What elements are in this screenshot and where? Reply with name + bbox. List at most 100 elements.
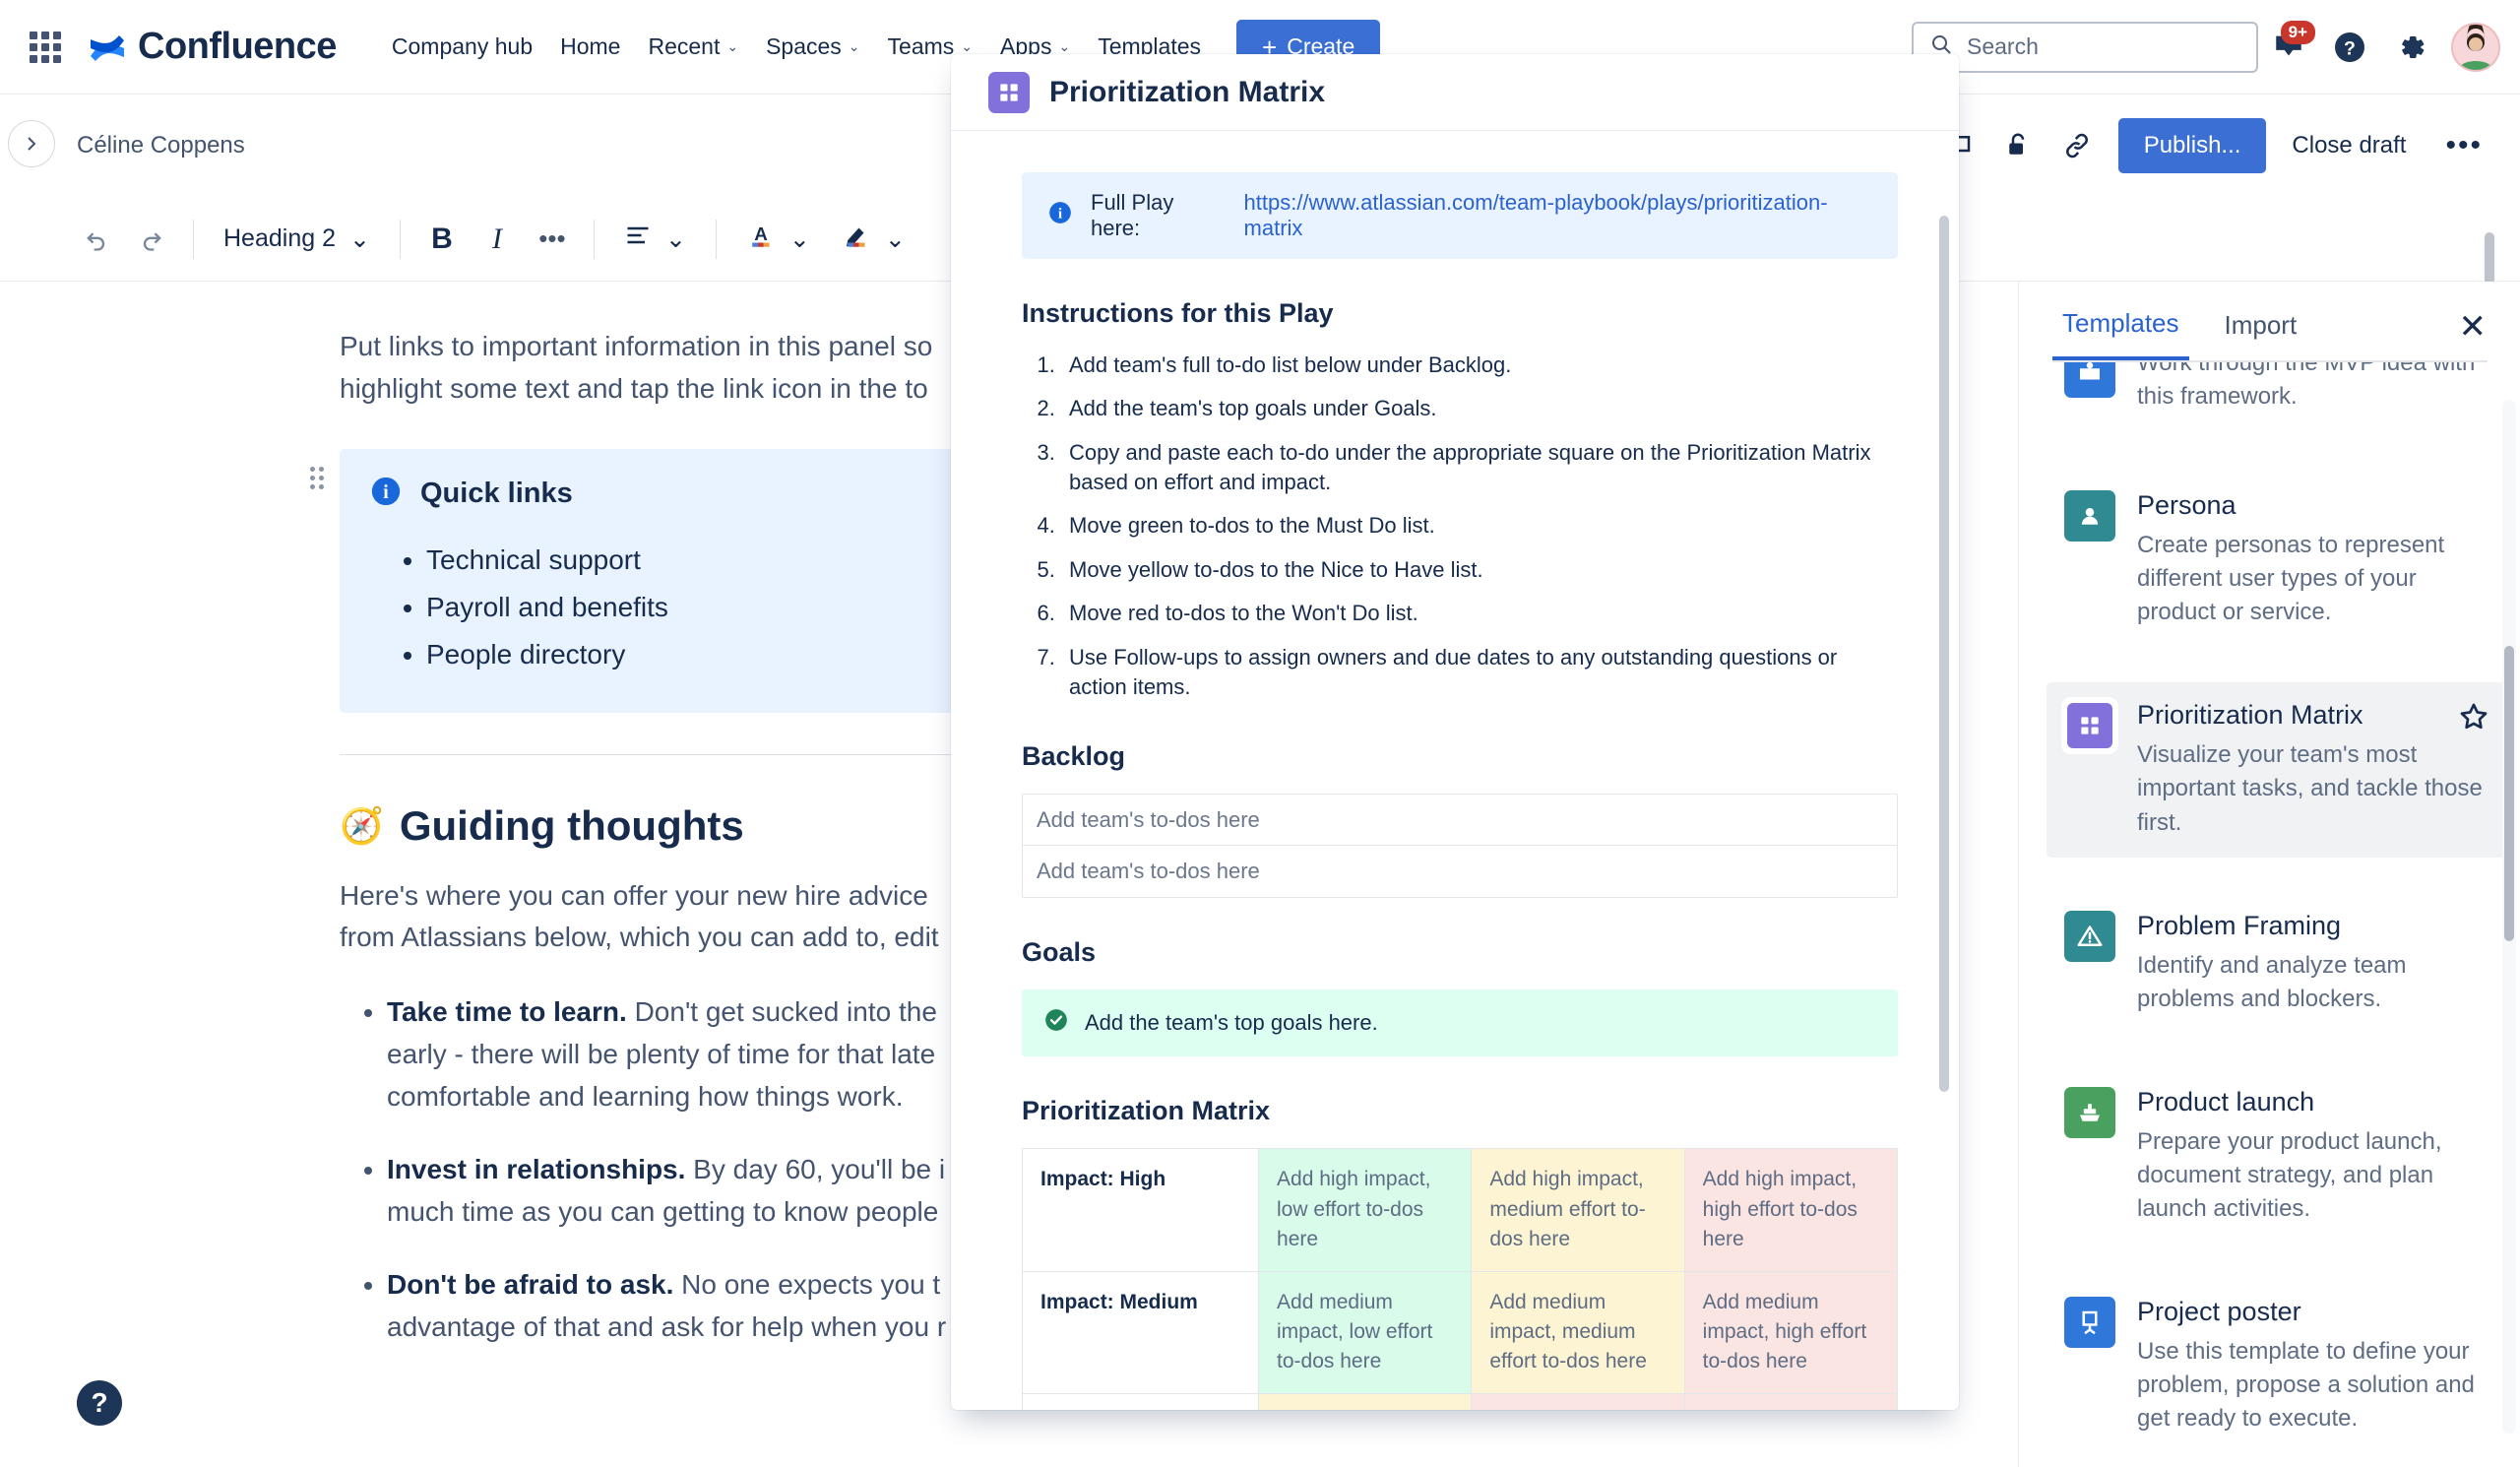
matrix-cell[interactable]: Add low impact, low effort to-dos here (1259, 1393, 1472, 1410)
table-row: Impact: Low Add low impact, low effort t… (1023, 1393, 1898, 1410)
templates-sidebar-panel: Templates Import ✕ Work through the MVP … (2018, 282, 2520, 1467)
svg-text:A: A (754, 223, 768, 244)
ship-icon (2064, 1087, 2115, 1138)
matrix-cell[interactable]: Add medium impact, low effort to-dos her… (1259, 1271, 1472, 1393)
chevron-down-icon: ⌄ (789, 224, 810, 254)
lock-icon[interactable] (1990, 118, 2046, 173)
svg-text:i: i (1058, 205, 1062, 222)
table-row[interactable]: Add team's to-dos here (1023, 846, 1897, 897)
tab-templates[interactable]: Templates (2052, 308, 2189, 360)
help-button[interactable]: ? (2319, 17, 2380, 78)
advice-lead-in: Take time to learn. (387, 996, 627, 1027)
text-style-dropdown[interactable]: Heading 2 ⌄ (208, 212, 386, 267)
modal-title: Prioritization Matrix (1049, 76, 1325, 109)
close-panel-icon[interactable]: ✕ (2459, 307, 2488, 360)
grid-icon (988, 72, 1030, 113)
compass-emoji-icon: 🧭 (340, 805, 384, 847)
advice-lead-in: Invest in relationships. (387, 1154, 685, 1184)
notification-badge: 9+ (2281, 21, 2315, 44)
matrix-cell[interactable]: Add medium impact, medium effort to-dos … (1472, 1271, 1684, 1393)
advice-text: comfortable and learning how things work… (387, 1081, 904, 1112)
matrix-cell[interactable]: Add high impact, low effort to-dos here (1259, 1149, 1472, 1271)
redo-icon[interactable] (124, 212, 179, 267)
template-name: Product launch (2137, 1087, 2488, 1117)
more-formatting-button[interactable]: ••• (525, 212, 580, 267)
settings-gear-button[interactable] (2380, 17, 2441, 78)
chevron-down-icon: ⌄ (349, 224, 370, 254)
template-body: Problem Framing Identify and analyze tea… (2137, 911, 2488, 1016)
templates-panel-tabs: Templates Import ✕ (2019, 307, 2520, 360)
list-item[interactable]: Work through the MVP idea with this fram… (2047, 362, 2506, 431)
scrollbar-thumb[interactable] (2504, 646, 2514, 941)
more-options-button[interactable]: ••• (2431, 129, 2496, 162)
search-placeholder: Search (1967, 33, 2039, 60)
confluence-logo-icon (87, 27, 128, 68)
matrix-cell[interactable]: Add low impact, medium effort to-dos her… (1472, 1393, 1684, 1410)
app-switcher-icon[interactable] (26, 28, 65, 67)
nav-item-home[interactable]: Home (546, 24, 634, 70)
svg-text:i: i (383, 481, 389, 503)
matrix-cell[interactable]: Add low impact, high effort to-dos here (1684, 1393, 1897, 1410)
close-draft-button[interactable]: Close draft (2270, 132, 2427, 159)
star-icon[interactable] (2457, 700, 2490, 738)
goals-placeholder-text: Add the team's top goals here. (1085, 1010, 1378, 1036)
notifications-button[interactable]: 9+ (2258, 17, 2319, 78)
list-item: Move yellow to-dos to the Nice to Have l… (1061, 555, 1898, 585)
nav-item-recent[interactable]: Recent ⌄ (634, 24, 752, 70)
table-row: Impact: Medium Add medium impact, low ef… (1023, 1271, 1898, 1393)
modal-scrollbar[interactable] (1939, 216, 1951, 1387)
template-body: Product launch Prepare your product laun… (2137, 1087, 2488, 1226)
advice-text: Don't get sucked into the (627, 996, 937, 1027)
toolbar-divider (594, 220, 595, 259)
grid-icon (2064, 700, 2115, 751)
list-item[interactable]: Problem Framing Identify and analyze tea… (2047, 893, 2506, 1034)
nav-item-spaces[interactable]: Spaces ⌄ (752, 24, 873, 70)
banner-prefix: Full Play here: (1091, 190, 1227, 241)
alignment-dropdown[interactable]: ⌄ (608, 212, 702, 267)
chevron-down-icon: ⌄ (885, 224, 906, 254)
list-item[interactable]: Product launch Prepare your product laun… (2047, 1069, 2506, 1244)
list-item[interactable]: Persona Create personas to represent dif… (2047, 473, 2506, 647)
list-item-prioritization-matrix[interactable]: Prioritization Matrix Visualize your tea… (2047, 682, 2506, 857)
row-header: Impact: Medium (1023, 1271, 1259, 1393)
bold-button[interactable]: B (414, 212, 470, 267)
help-floating-button[interactable]: ? (77, 1380, 122, 1426)
breadcrumb[interactable]: Céline Coppens (77, 132, 245, 159)
table-row[interactable]: Add team's to-dos here (1023, 795, 1897, 846)
goals-success-panel[interactable]: Add the team's top goals here. (1022, 989, 1898, 1056)
list-item: Copy and paste each to-do under the appr… (1061, 438, 1898, 498)
brand-name: Confluence (138, 26, 337, 68)
chevron-down-icon: ⌄ (726, 38, 738, 55)
search-input[interactable]: Search (1912, 22, 2258, 73)
publish-button[interactable]: Publish... (2118, 118, 2267, 173)
italic-button[interactable]: I (470, 212, 525, 267)
full-play-link[interactable]: https://www.atlassian.com/team-playbook/… (1244, 190, 1872, 241)
user-avatar[interactable] (2451, 23, 2500, 72)
matrix-cell[interactable]: Add high impact, high effort to-dos here (1684, 1149, 1897, 1271)
nav-label: Teams (888, 33, 955, 60)
row-header: Impact: High (1023, 1149, 1259, 1271)
templates-list: Work through the MVP idea with this fram… (2019, 362, 2520, 1455)
expand-sidebar-button[interactable] (8, 120, 55, 167)
templates-panel-scrollbar[interactable] (2502, 400, 2516, 1434)
highlight-dropdown[interactable]: ⌄ (826, 212, 921, 267)
template-description: Prepare your product launch, document st… (2137, 1125, 2488, 1226)
matrix-cell[interactable]: Add medium impact, high effort to-dos he… (1684, 1271, 1897, 1393)
confluence-logo-link[interactable]: Confluence (87, 26, 337, 68)
info-panel-title: Quick links (420, 478, 573, 510)
text-color-dropdown[interactable]: A ⌄ (730, 212, 826, 267)
list-item[interactable]: Project poster Use this template to defi… (2047, 1279, 2506, 1453)
persona-icon (2064, 490, 2115, 542)
scrollbar-thumb[interactable] (1939, 216, 1949, 1092)
row-header: Impact: Low (1023, 1393, 1259, 1410)
matrix-cell[interactable]: Add high impact, medium effort to-dos he… (1472, 1149, 1684, 1271)
tab-import[interactable]: Import (2215, 310, 2307, 358)
undo-icon[interactable] (69, 212, 124, 267)
advice-text: early - there will be plenty of time for… (387, 1039, 935, 1069)
nav-item-company-hub[interactable]: Company hub (378, 24, 546, 70)
drag-handle[interactable] (310, 467, 324, 489)
link-icon[interactable] (2049, 118, 2105, 173)
template-name: Problem Framing (2137, 911, 2488, 941)
prioritization-matrix-modal: Prioritization Matrix i Full Play here: … (951, 54, 1959, 1410)
text-style-label: Heading 2 (223, 224, 336, 253)
